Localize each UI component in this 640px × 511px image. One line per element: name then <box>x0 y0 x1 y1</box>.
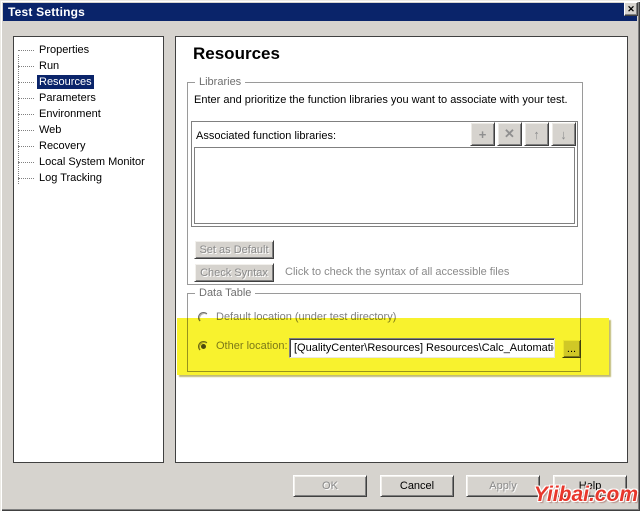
tree-item-local-system-monitor[interactable]: Local System Monitor <box>14 154 163 170</box>
title-bar: Test Settings <box>3 3 637 21</box>
associated-libraries-listbox[interactable] <box>194 147 575 224</box>
settings-tree: Properties Run Resources Parameters Envi… <box>14 42 163 186</box>
watermark: Yiibai.com <box>534 483 638 507</box>
settings-tree-panel: Properties Run Resources Parameters Envi… <box>13 36 164 463</box>
close-icon: ✕ <box>627 5 635 14</box>
delete-icon: ✕ <box>504 126 515 142</box>
libraries-group-label: Libraries <box>195 76 245 88</box>
tree-item-resources[interactable]: Resources <box>14 74 163 90</box>
apply-button[interactable]: Apply <box>466 475 540 497</box>
function-libraries-container: Associated function libraries: + ✕ ↑ ↓ <box>191 121 578 227</box>
move-up-button[interactable]: ↑ <box>524 122 549 146</box>
test-settings-dialog: Test Settings ✕ Properties Run Resources… <box>0 0 640 511</box>
tree-item-run[interactable]: Run <box>14 58 163 74</box>
close-button[interactable]: ✕ <box>624 2 638 16</box>
associated-libraries-label: Associated function libraries: <box>196 130 336 142</box>
tree-item-recovery[interactable]: Recovery <box>14 138 163 154</box>
plus-icon: + <box>479 127 487 142</box>
remove-library-button[interactable]: ✕ <box>497 122 522 146</box>
tree-item-properties[interactable]: Properties <box>14 42 163 58</box>
window-title: Test Settings <box>3 5 85 19</box>
check-syntax-hint: Click to check the syntax of all accessi… <box>285 266 509 278</box>
ok-button[interactable]: OK <box>293 475 367 497</box>
libraries-group: Libraries Enter and prioritize the funct… <box>187 82 583 285</box>
resources-page: Resources Libraries Enter and prioritize… <box>175 36 628 463</box>
move-down-button[interactable]: ↓ <box>551 122 576 146</box>
add-library-button[interactable]: + <box>470 122 495 146</box>
tree-item-environment[interactable]: Environment <box>14 106 163 122</box>
libraries-toolbar: + ✕ ↑ ↓ <box>468 122 576 146</box>
page-title: Resources <box>193 44 280 64</box>
arrow-down-icon: ↓ <box>560 127 567 142</box>
data-table-group-label: Data Table <box>195 287 255 299</box>
tree-item-parameters[interactable]: Parameters <box>14 90 163 106</box>
tree-item-web[interactable]: Web <box>14 122 163 138</box>
check-syntax-button[interactable]: Check Syntax <box>194 263 274 282</box>
arrow-up-icon: ↑ <box>533 127 540 142</box>
tree-item-log-tracking[interactable]: Log Tracking <box>14 170 163 186</box>
cancel-button[interactable]: Cancel <box>380 475 454 497</box>
set-as-default-button[interactable]: Set as Default <box>194 240 274 259</box>
libraries-instruction: Enter and prioritize the function librar… <box>194 94 568 106</box>
other-location-input[interactable]: [QualityCenter\Resources] Resources\Calc… <box>289 338 555 358</box>
